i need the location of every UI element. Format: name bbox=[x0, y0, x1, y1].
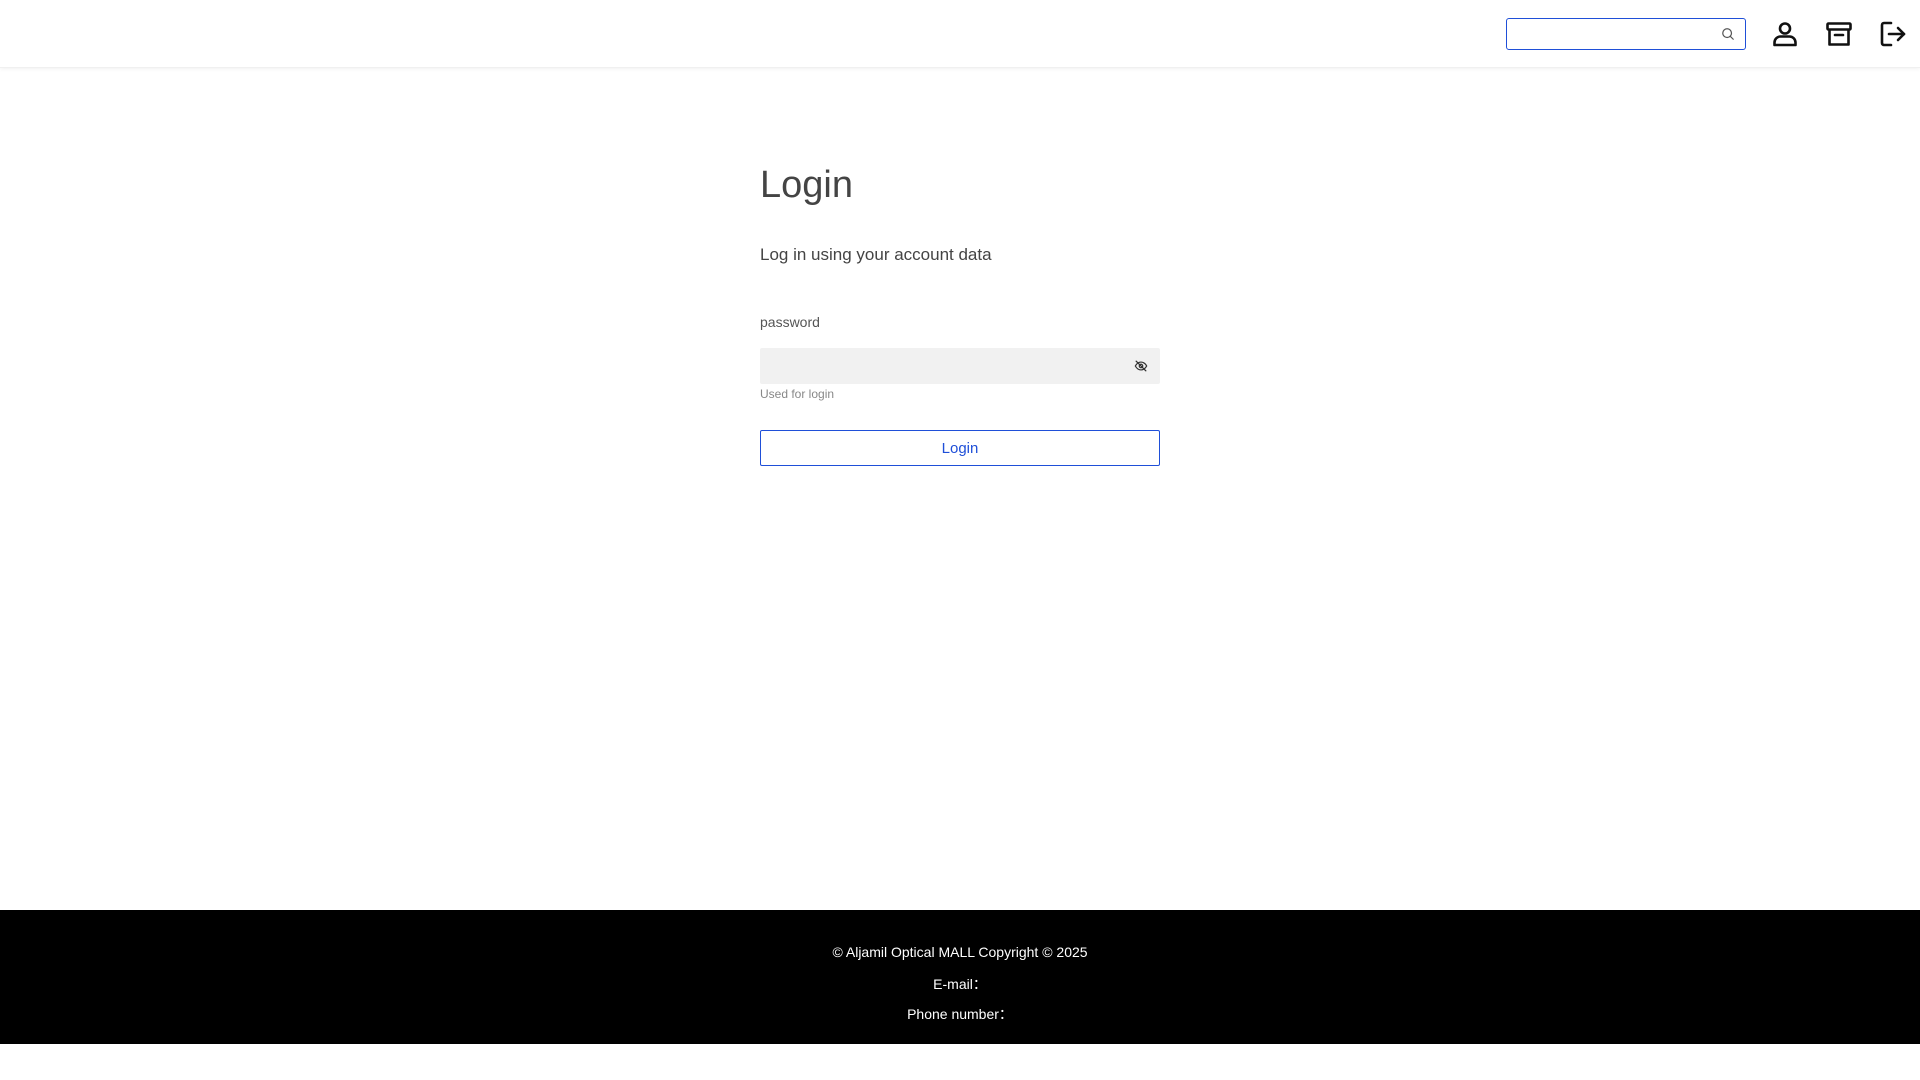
password-input[interactable] bbox=[760, 348, 1120, 384]
page-title: Login bbox=[760, 164, 853, 206]
footer-phone: Phone number： bbox=[907, 1006, 1013, 1022]
footer: © Aljamil Optical MALL Copyright © 2025 … bbox=[0, 910, 1920, 1044]
password-hint: Used for login bbox=[760, 387, 835, 401]
logout-icon[interactable] bbox=[1879, 20, 1907, 48]
search-icon[interactable] bbox=[1721, 27, 1735, 41]
eye-slash-icon[interactable] bbox=[1134, 359, 1148, 373]
password-label: password bbox=[760, 314, 820, 330]
login-button[interactable]: Login bbox=[760, 430, 1160, 466]
top-header bbox=[0, 0, 1920, 68]
archive-icon[interactable] bbox=[1825, 20, 1853, 48]
footer-copyright: © Aljamil Optical MALL Copyright © 2025 bbox=[832, 944, 1088, 960]
login-subtitle: Log in using your account data bbox=[760, 245, 992, 264]
footer-email: E-mail： bbox=[933, 976, 987, 992]
password-field bbox=[760, 348, 1160, 384]
search-input[interactable] bbox=[1507, 19, 1707, 49]
search-box[interactable] bbox=[1506, 18, 1746, 50]
user-icon[interactable] bbox=[1771, 20, 1799, 48]
